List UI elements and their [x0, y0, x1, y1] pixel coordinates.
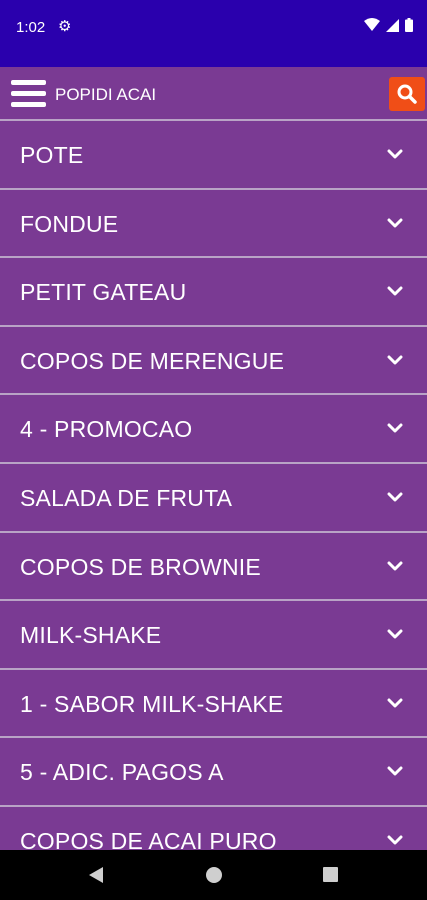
- category-row[interactable]: POTE: [0, 121, 427, 190]
- app-bar: POPIDI ACAI: [0, 67, 427, 121]
- category-row[interactable]: COPOS DE MERENGUE: [0, 326, 427, 396]
- category-label: COPOS DE MERENGUE: [20, 347, 285, 374]
- app-title: POPIDI ACAI: [55, 85, 157, 104]
- chevron-down-icon[interactable]: [387, 286, 403, 298]
- chevron-down-icon[interactable]: [387, 698, 403, 710]
- status-icons: [364, 18, 413, 32]
- battery-icon: [405, 18, 413, 32]
- hamburger-menu-icon[interactable]: [11, 80, 46, 109]
- category-row[interactable]: 5 - ADIC. PAGOS A: [0, 738, 427, 807]
- chevron-down-icon[interactable]: [387, 149, 403, 161]
- category-row[interactable]: 1 - SABOR MILK-SHAKE: [0, 669, 427, 739]
- home-icon[interactable]: [206, 867, 222, 883]
- chevron-down-icon[interactable]: [387, 355, 403, 367]
- signal-icon: [386, 18, 399, 32]
- chevron-down-icon[interactable]: [387, 423, 403, 435]
- category-row[interactable]: COPOS DE ACAI PURO: [0, 806, 427, 850]
- category-list: POTE FONDUE PETIT GATEAU COPOS DE MERENGUE 4…: [0, 121, 427, 850]
- category-row[interactable]: 4 - PROMOCAO: [0, 395, 427, 464]
- category-row[interactable]: COPOS DE BROWNIE: [0, 532, 427, 602]
- chevron-down-icon[interactable]: [387, 561, 403, 573]
- status-time: 1:02: [16, 19, 46, 36]
- category-label: FONDUE: [20, 210, 119, 237]
- wifi-icon: [364, 18, 380, 31]
- category-label: 5 - ADIC. PAGOS A: [20, 759, 224, 786]
- category-label: 4 - PROMOCAO: [20, 416, 193, 443]
- category-label: PETIT GATEAU: [20, 279, 187, 306]
- recents-icon[interactable]: [323, 867, 338, 882]
- settings-gear-icon: ⚙: [58, 18, 72, 35]
- category-row[interactable]: SALADA DE FRUTA: [0, 463, 427, 533]
- search-icon: [397, 84, 417, 104]
- back-icon[interactable]: [89, 867, 103, 883]
- category-label: MILK-SHAKE: [20, 622, 162, 649]
- search-button[interactable]: [389, 77, 425, 111]
- category-label: COPOS DE BROWNIE: [20, 553, 261, 580]
- chevron-down-icon[interactable]: [387, 218, 403, 230]
- category-label: 1 - SABOR MILK-SHAKE: [20, 690, 284, 717]
- chevron-down-icon[interactable]: [387, 629, 403, 641]
- chevron-down-icon[interactable]: [387, 492, 403, 504]
- category-row[interactable]: FONDUE: [0, 189, 427, 259]
- chevron-down-icon[interactable]: [387, 766, 403, 778]
- status-bar: 1:02 ⚙: [0, 0, 427, 67]
- category-row[interactable]: PETIT GATEAU: [0, 258, 427, 327]
- chevron-down-icon[interactable]: [387, 835, 403, 847]
- category-label: SALADA DE FRUTA: [20, 484, 233, 511]
- category-label: COPOS DE ACAI PURO: [20, 827, 277, 850]
- navigation-bar: [0, 850, 427, 900]
- category-row[interactable]: MILK-SHAKE: [0, 601, 427, 670]
- category-label: POTE: [20, 142, 84, 168]
